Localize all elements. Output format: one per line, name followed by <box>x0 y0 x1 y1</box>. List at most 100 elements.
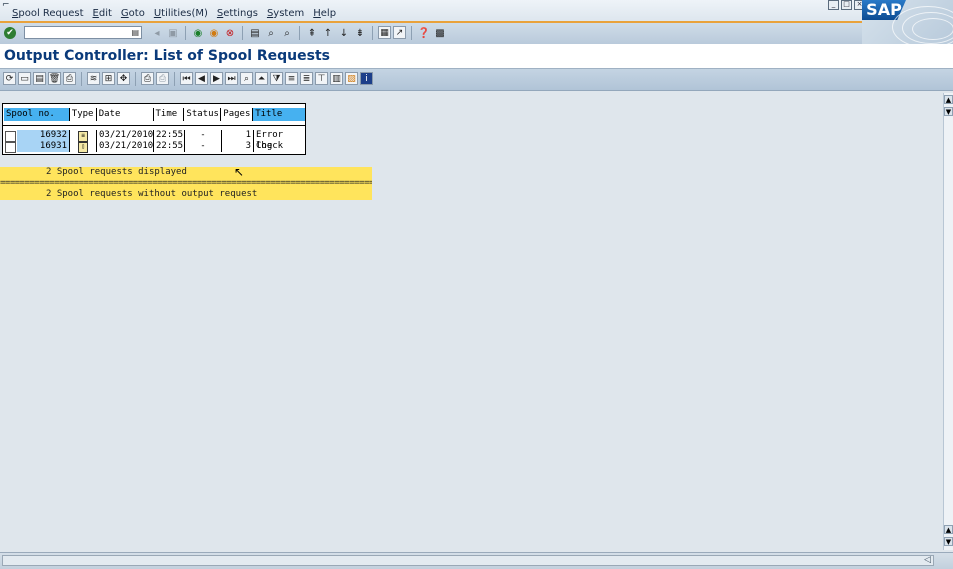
date: 03/21/2010 <box>99 141 154 152</box>
header-title[interactable]: Title <box>253 108 306 121</box>
menu-settings[interactable]: Settings <box>217 8 258 19</box>
separator <box>81 72 82 86</box>
separator <box>174 72 175 86</box>
last-item-icon[interactable]: ⏭ <box>225 72 238 85</box>
next-item-icon[interactable]: ▶ <box>210 72 223 85</box>
menu-system[interactable]: System <box>267 8 304 19</box>
window-controls: _ □ × <box>828 0 865 10</box>
time: 22:55 <box>156 130 185 141</box>
menu-goto[interactable]: Goto <box>121 8 145 19</box>
row-checkbox[interactable] <box>5 142 16 153</box>
previous-icon[interactable]: ◂ <box>150 26 164 40</box>
separator <box>242 26 243 40</box>
table-row[interactable]: 16932 ≡ 03/21/2010 22:55 - 1 Error log <box>3 130 305 151</box>
first-page-icon[interactable]: ⇞ <box>305 26 319 40</box>
filter-icon[interactable]: ⧩ <box>270 72 283 85</box>
display-contents-icon[interactable]: ▭ <box>18 72 31 85</box>
first-item-icon[interactable]: ⏮ <box>180 72 193 85</box>
header-time[interactable]: Time <box>153 108 185 121</box>
find-icon[interactable]: ⌕ <box>264 26 278 40</box>
header-type[interactable]: Type <box>69 108 97 121</box>
scroll-down-icon[interactable]: ▼ <box>944 537 953 546</box>
date: 03/21/2010 <box>99 130 154 141</box>
scroll-down-page-icon[interactable]: ▲ <box>944 525 953 534</box>
header-pages[interactable]: Pages <box>221 108 254 121</box>
header-status[interactable]: Status <box>184 108 222 121</box>
create-session-icon[interactable]: ▦ <box>378 26 391 39</box>
vertical-scrollbar[interactable]: ▲ ▼ ▲ ▼ <box>943 93 953 550</box>
menu-edit[interactable]: Edit <box>93 8 112 19</box>
enter-check-icon[interactable]: ✔ <box>4 27 16 39</box>
subtotal-icon[interactable]: ≣ <box>300 72 313 85</box>
display-output-requests-icon[interactable]: ≋ <box>87 72 100 85</box>
shortcut-icon[interactable]: ↗ <box>393 26 406 39</box>
previous-page-icon[interactable]: ↑ <box>321 26 335 40</box>
command-history-icon[interactable]: ▤ <box>131 28 139 37</box>
page-title: Output Controller: List of Spool Request… <box>4 48 330 64</box>
message-without-output: 2 Spool requests without output request <box>0 189 372 200</box>
set-filter-icon[interactable]: ⊤ <box>315 72 328 85</box>
status[interactable]: - <box>185 130 222 141</box>
help-icon[interactable]: ❓ <box>417 26 431 40</box>
previous-item-icon[interactable]: ◀ <box>195 72 208 85</box>
menu-utilities[interactable]: Utilities(M) <box>154 8 208 19</box>
standard-icons: ◂ ▣ ◉ ◉ ⊗ ▤ ⌕ ⌕ ⇞ ↑ ↓ ⇟ ▦ ↗ ❓ ▩ <box>150 26 447 40</box>
printer-icon[interactable]: ⎙ <box>141 72 154 85</box>
system-menu-icon[interactable]: ⌐ <box>2 0 12 10</box>
details-icon[interactable]: ⌕ <box>240 72 253 85</box>
status-expand-icon[interactable]: ◁ <box>924 555 931 565</box>
message-spool-displayed: 2 Spool requests displayed <box>0 167 372 178</box>
print-with-changes-icon[interactable]: ⎙ <box>63 72 76 85</box>
delete-icon[interactable]: 🗑 <box>48 72 61 85</box>
information-icon[interactable]: i <box>360 72 373 85</box>
mouse-cursor-icon: ↖ <box>234 165 245 179</box>
sum-icon[interactable]: ≡ <box>285 72 298 85</box>
customize-layout-icon[interactable]: ▩ <box>433 26 447 40</box>
select-layout-icon[interactable]: ▨ <box>345 72 358 85</box>
find-next-icon[interactable]: ⌕ <box>280 26 294 40</box>
header-date[interactable]: Date <box>96 108 154 121</box>
status-bar: ◁ <box>0 552 953 569</box>
exit-icon[interactable]: ◉ <box>207 26 221 40</box>
save-icon[interactable]: ▣ <box>166 26 180 40</box>
next-page-icon[interactable]: ↓ <box>337 26 351 40</box>
list-rows: 16932 ≡ 03/21/2010 22:55 - 1 Error log 1… <box>2 125 306 155</box>
standard-toolbar: ✔ ▤ ◂ ▣ ◉ ◉ ⊗ ▤ ⌕ ⌕ ⇞ ↑ ↓ ⇟ ▦ ↗ ❓ ▩ <box>0 23 862 44</box>
status[interactable]: - <box>185 141 222 152</box>
refresh-icon[interactable]: ⟳ <box>3 72 16 85</box>
maximize-icon[interactable]: □ <box>841 0 852 10</box>
time: 22:55 <box>156 141 185 152</box>
select-all-icon[interactable]: ✥ <box>117 72 130 85</box>
command-field[interactable]: ▤ <box>24 26 142 39</box>
message-separator: ========================================… <box>0 178 372 189</box>
printer-disabled-icon[interactable]: ⎙ <box>156 72 169 85</box>
scroll-up-page-icon[interactable]: ▼ <box>944 107 953 116</box>
header-spool-no[interactable]: Spool no. <box>4 108 70 121</box>
type-cell: ≡ <box>70 130 97 142</box>
row-select-cell <box>3 141 17 153</box>
back-icon[interactable]: ◉ <box>191 26 205 40</box>
title-bar: Output Controller: List of Spool Request… <box>0 44 953 69</box>
scroll-up-icon[interactable]: ▲ <box>944 95 953 104</box>
spool-no[interactable]: 16931 <box>17 141 70 152</box>
table-row[interactable]: 16931 ▯ 03/21/2010 22:55 - 3 Check <box>3 141 305 153</box>
change-layout-icon[interactable]: ▥ <box>330 72 343 85</box>
spool-no[interactable]: 16932 <box>17 130 70 141</box>
menu-spool-request[interactable]: Spool Request <box>12 8 84 19</box>
minimize-icon[interactable]: _ <box>828 0 839 10</box>
spool-list: Spool no. Type Date Time Status Pages Ti… <box>2 103 306 155</box>
last-page-icon[interactable]: ⇟ <box>353 26 367 40</box>
menu-help[interactable]: Help <box>313 8 336 19</box>
attributes-icon[interactable]: ⊞ <box>102 72 115 85</box>
cancel-icon[interactable]: ⊗ <box>223 26 237 40</box>
type-cell: ▯ <box>70 141 97 153</box>
status-message-field <box>2 555 934 566</box>
pages: 3 <box>222 141 254 152</box>
print-directly-icon[interactable]: ▤ <box>33 72 46 85</box>
pages: 1 <box>222 130 254 141</box>
logo-swirl <box>912 18 953 40</box>
print-icon[interactable]: ▤ <box>248 26 262 40</box>
sort-ascending-icon[interactable]: ⏶ <box>255 72 268 85</box>
document-type-icon: ▯ <box>78 142 88 153</box>
sap-logo: SAP <box>862 0 953 48</box>
